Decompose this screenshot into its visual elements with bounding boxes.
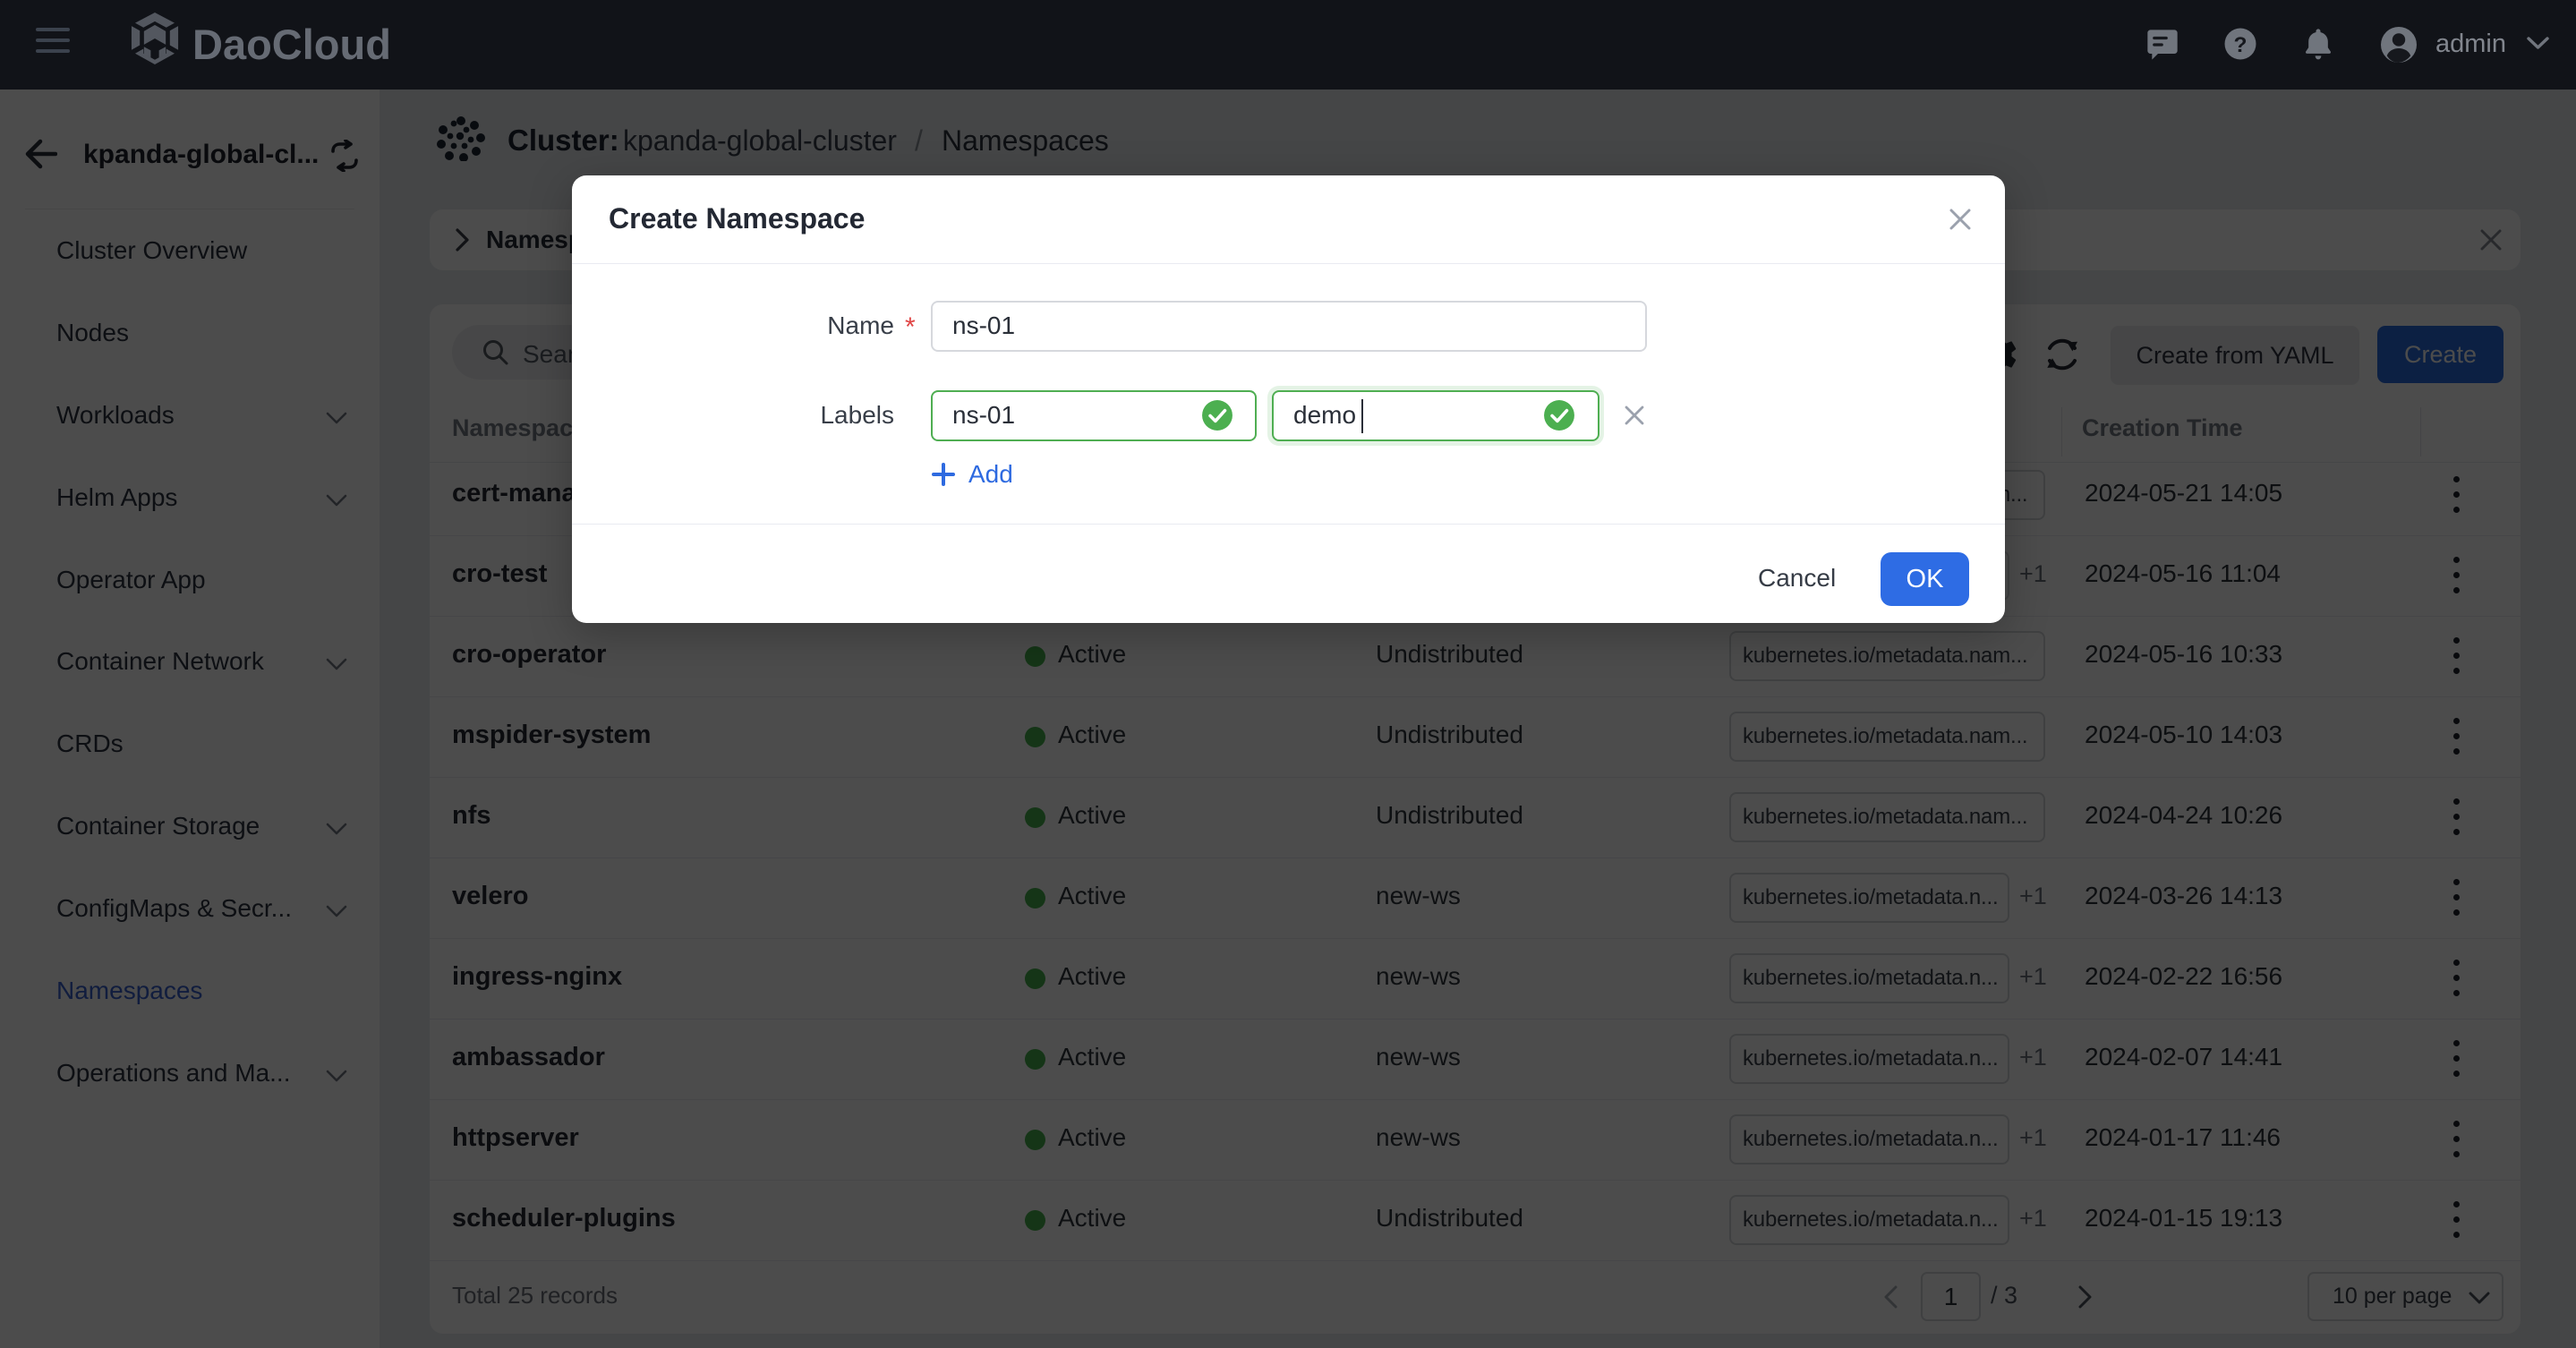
svg-text:?: ?	[2234, 33, 2248, 57]
